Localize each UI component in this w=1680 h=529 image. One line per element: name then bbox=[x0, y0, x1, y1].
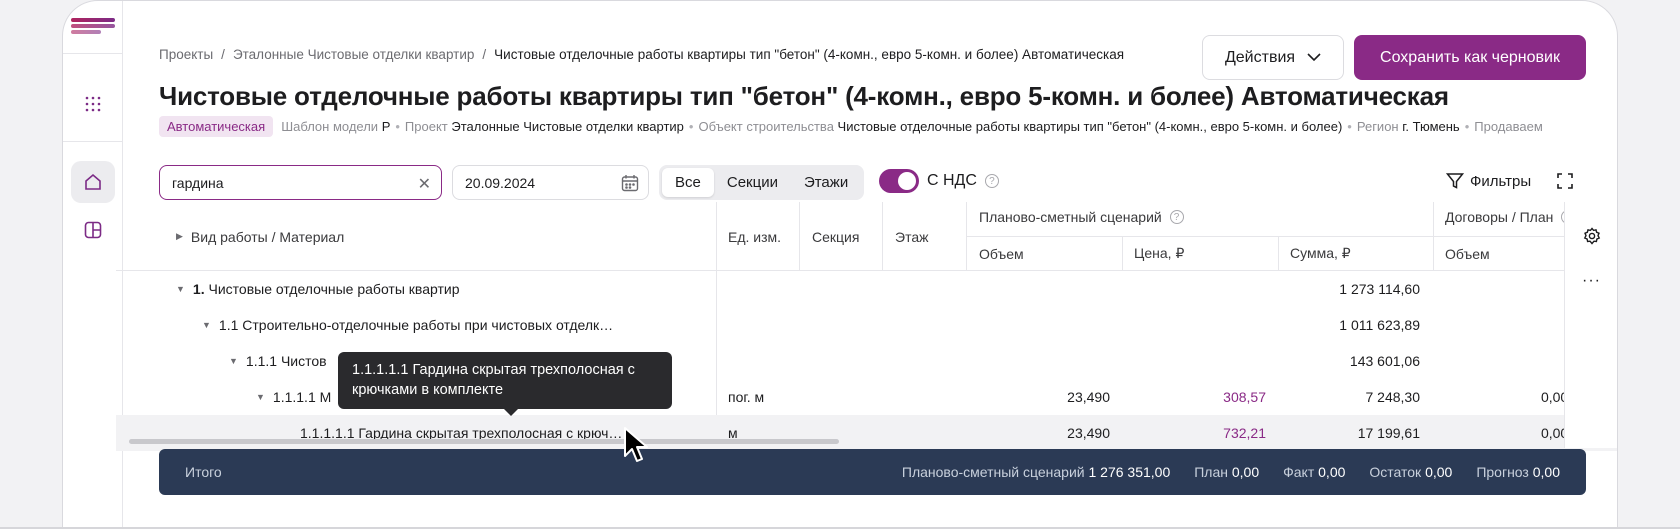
col-sum[interactable]: Сумма, ₽ bbox=[1290, 236, 1351, 271]
col-volume[interactable]: Объем bbox=[979, 236, 1024, 271]
page-title: Чистовые отделочные работы квартиры тип … bbox=[159, 81, 1449, 111]
more-icon[interactable]: ··· bbox=[1582, 272, 1601, 290]
table-settings-column: ··· bbox=[1564, 202, 1617, 448]
app-window: Проекты / Эталонные Чистовые отделки кварт… bbox=[62, 0, 1618, 529]
col-unit[interactable]: Ед. изм. bbox=[728, 202, 781, 271]
sidebar bbox=[63, 1, 123, 529]
segment-floors[interactable]: Этажи bbox=[791, 168, 861, 197]
cursor-icon bbox=[624, 427, 648, 462]
expand-icon[interactable] bbox=[1557, 173, 1573, 189]
col-price[interactable]: Цена, ₽ bbox=[1134, 236, 1184, 271]
totals-bar: Итого Планово-сметный сценарий 1 276 351… bbox=[159, 449, 1586, 495]
price-link[interactable]: 732,21 bbox=[1134, 415, 1266, 451]
col-work[interactable]: ▶ Вид работы / Материал bbox=[176, 202, 344, 271]
view-segmented-control: Все Секции Этажи bbox=[659, 165, 865, 200]
meta-project-link[interactable]: Эталонные Чистовые отделки квартир bbox=[451, 119, 684, 134]
col-group-plan: Планово-сметный сценарий ? bbox=[979, 202, 1184, 232]
table-row[interactable]: ▼ 1. Чистовые отделочные работы квартир 1… bbox=[116, 271, 1617, 307]
meta-object-link[interactable]: Чистовые отделочные работы квартиры тип … bbox=[838, 119, 1343, 134]
chevron-down-icon[interactable]: ▼ bbox=[202, 320, 211, 330]
col-section[interactable]: Секция bbox=[812, 202, 859, 271]
status-badge: Автоматическая bbox=[159, 115, 274, 137]
chevron-down-icon[interactable]: ▼ bbox=[229, 356, 238, 366]
chevron-down-icon bbox=[1307, 53, 1321, 62]
actions-button[interactable]: Действия bbox=[1202, 35, 1344, 80]
breadcrumb-parent[interactable]: Эталонные Чистовые отделки квартир bbox=[233, 47, 474, 62]
breadcrumb: Проекты / Эталонные Чистовые отделки кварт… bbox=[159, 47, 1125, 62]
dashboard-icon[interactable] bbox=[71, 209, 115, 251]
sidebar-divider bbox=[63, 53, 123, 54]
logo-icon[interactable] bbox=[71, 18, 115, 34]
col-floor[interactable]: Этаж bbox=[895, 202, 928, 271]
table-row[interactable]: 1.1.1.1.1 Гардина скрытая трехполосная с… bbox=[116, 415, 1617, 451]
row-tooltip: 1.1.1.1.1 Гардина скрытая трехполосная с… bbox=[338, 352, 672, 416]
vat-toggle-group: С НДС ? bbox=[879, 169, 999, 193]
home-icon[interactable] bbox=[71, 161, 115, 203]
help-icon[interactable]: ? bbox=[1169, 210, 1184, 224]
save-draft-button[interactable]: Сохранить как черновик bbox=[1354, 35, 1586, 80]
filter-icon bbox=[1446, 173, 1464, 189]
settings-icon[interactable] bbox=[1583, 227, 1601, 245]
search-input[interactable]: гардина ✕ bbox=[159, 165, 442, 200]
segment-sections[interactable]: Секции bbox=[714, 168, 791, 197]
clear-icon[interactable]: ✕ bbox=[418, 174, 431, 194]
chevron-down-icon[interactable]: ▼ bbox=[256, 392, 265, 402]
breadcrumb-current: Чистовые отделочные работы квартиры тип … bbox=[494, 47, 1125, 62]
calendar-icon[interactable] bbox=[621, 174, 639, 192]
col-group-contracts: Договоры / План ? bbox=[1445, 202, 1576, 232]
breadcrumb-projects[interactable]: Проекты bbox=[159, 47, 213, 62]
expand-all-icon: ▶ bbox=[176, 231, 183, 241]
help-icon[interactable]: ? bbox=[984, 174, 999, 188]
price-link[interactable]: 308,57 bbox=[1134, 379, 1266, 415]
horizontal-scrollbar[interactable] bbox=[129, 439, 839, 444]
total-label: Итого bbox=[185, 464, 222, 480]
vat-label: С НДС bbox=[927, 172, 977, 189]
date-picker[interactable]: 20.09.2024 bbox=[452, 165, 649, 200]
table-row[interactable]: ▼ 1.1 Строительно-отделочные работы при ч… bbox=[116, 307, 1617, 343]
apps-grid-icon[interactable] bbox=[71, 83, 115, 125]
meta-line: Автоматическая Шаблон модели Р • Проект … bbox=[159, 115, 1543, 137]
table-header: ▶ Вид работы / Материал Ед. изм. Секция Э… bbox=[116, 202, 1617, 271]
filters-button[interactable]: Фильтры bbox=[1446, 172, 1531, 190]
col-contracts-volume[interactable]: Объем bbox=[1445, 236, 1490, 271]
sidebar-divider bbox=[63, 141, 123, 142]
chevron-down-icon[interactable]: ▼ bbox=[176, 284, 185, 294]
vat-toggle[interactable] bbox=[879, 169, 919, 193]
segment-all[interactable]: Все bbox=[662, 168, 714, 197]
